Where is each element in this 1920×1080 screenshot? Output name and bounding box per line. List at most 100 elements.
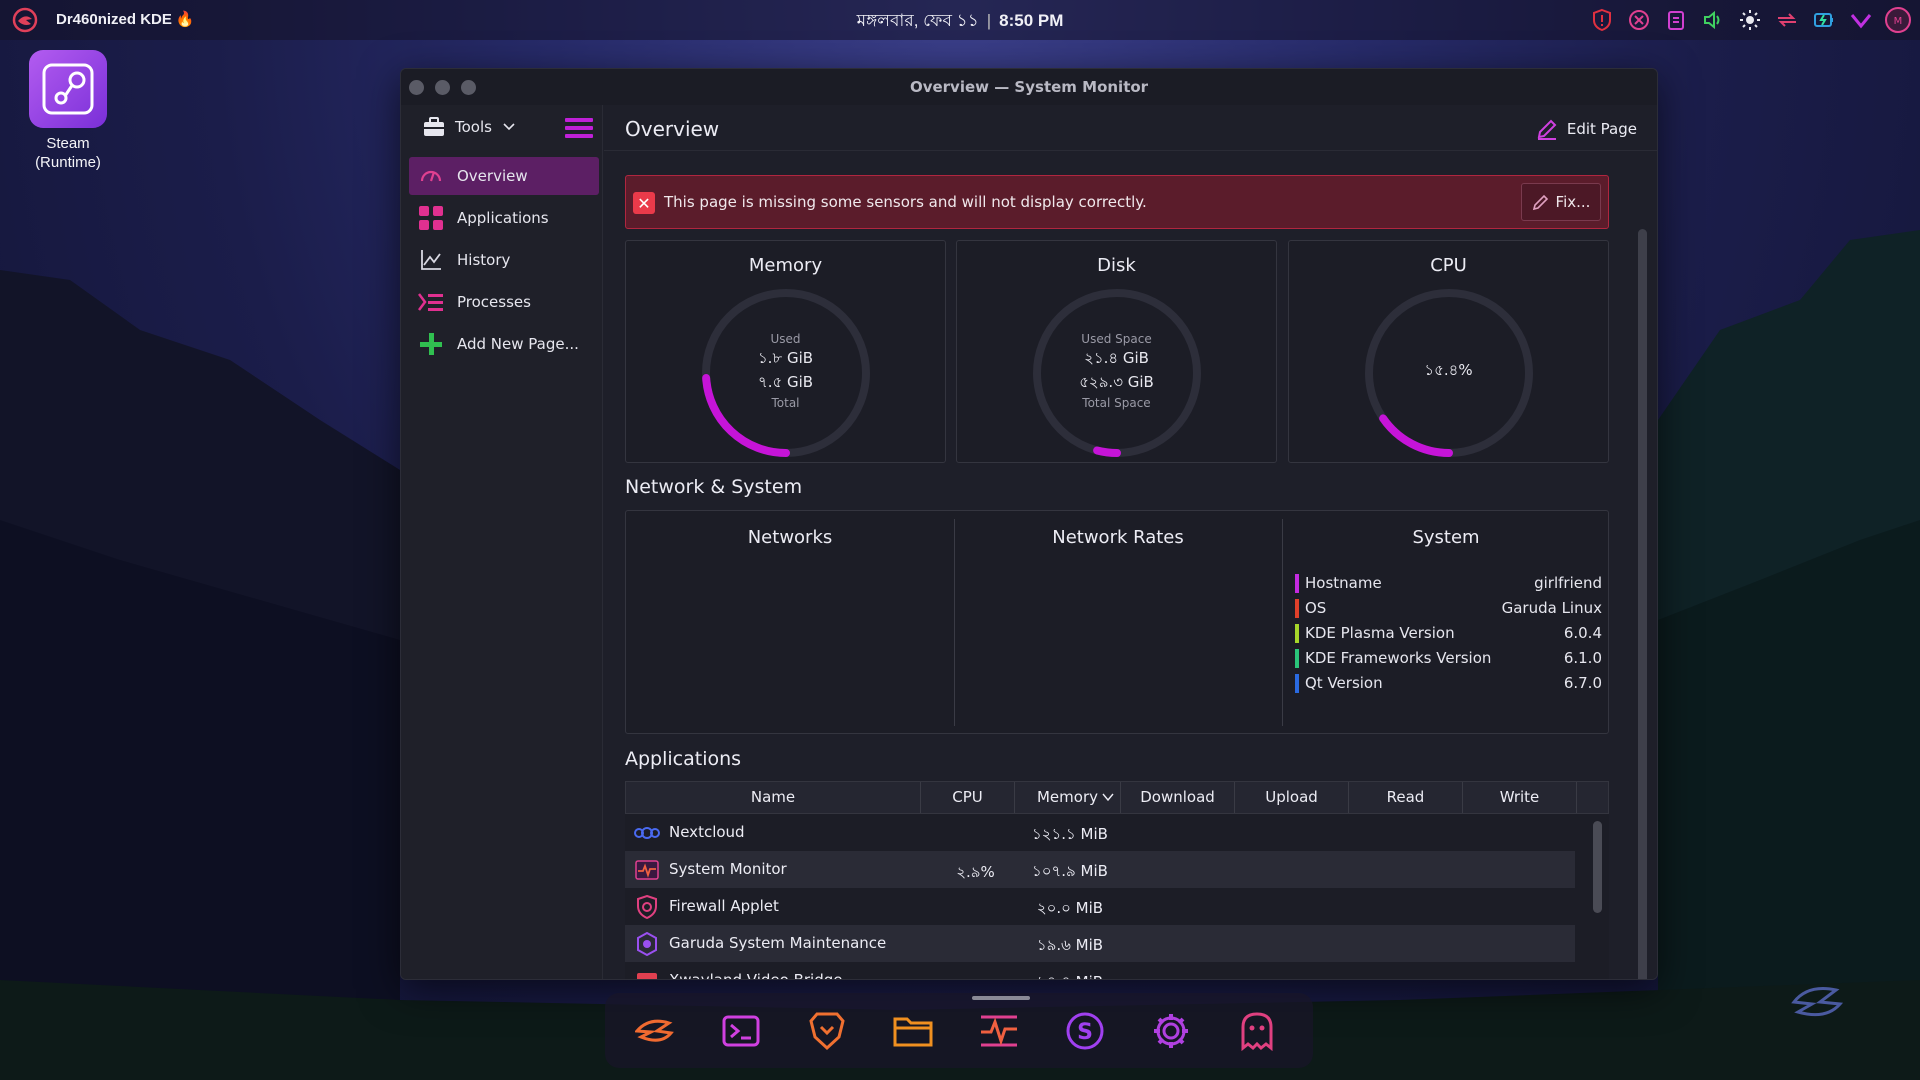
user-avatar-icon[interactable]: M xyxy=(1884,6,1912,34)
page-title: Overview xyxy=(625,117,720,141)
error-x-icon: ✕ xyxy=(633,192,655,214)
heart-icon[interactable] xyxy=(1847,6,1875,34)
column-header-spacer xyxy=(1577,782,1608,813)
ghost-icon[interactable] xyxy=(1234,1008,1280,1054)
sidebar-item-label: Overview xyxy=(457,167,528,185)
maintenance-icon xyxy=(634,931,660,957)
system-row-qt-version: Qt Version 6.7.0 xyxy=(1295,672,1602,697)
dock-handle[interactable] xyxy=(972,996,1030,1000)
column-header-write[interactable]: Write xyxy=(1463,782,1577,813)
column-divider xyxy=(1282,519,1283,726)
sidebar: Tools Overview Applications History Proc… xyxy=(401,105,603,979)
hamburger-menu-icon[interactable] xyxy=(565,117,593,139)
system-key: OS xyxy=(1305,599,1327,617)
terminal-icon[interactable] xyxy=(718,1008,764,1054)
svg-text:S: S xyxy=(1077,1020,1093,1045)
window-title: Overview — System Monitor xyxy=(909,78,1149,96)
memory-total-value: ৭.৫ GiB xyxy=(757,373,814,391)
column-divider xyxy=(954,519,955,726)
network-system-heading: Network & System xyxy=(625,476,803,498)
desktop-icon-label: Steam (Runtime) xyxy=(35,135,101,171)
system-row-frameworks-version: KDE Frameworks Version 6.1.0 xyxy=(1295,647,1602,672)
sidebar-item-add-page[interactable]: Add New Page... xyxy=(409,325,599,363)
table-row[interactable]: Nextcloud ১২১.১ MiB xyxy=(625,814,1575,851)
edit-page-button[interactable]: Edit Page xyxy=(1535,117,1637,141)
sidebar-item-history[interactable]: History xyxy=(409,241,599,279)
applications-heading: Applications xyxy=(625,748,742,770)
system-monitor-icon xyxy=(634,857,660,883)
battery-icon[interactable] xyxy=(1810,6,1838,34)
system-monitor-window: Overview — System Monitor Tools Overview… xyxy=(400,68,1658,980)
sidebar-item-processes[interactable]: Processes xyxy=(409,283,599,321)
app-name: Firewall Applet xyxy=(669,897,779,915)
svg-text:M: M xyxy=(1894,16,1903,27)
column-header-name[interactable]: Name xyxy=(626,782,921,813)
app-name: Xwayland Video Bridge xyxy=(669,971,843,980)
edit-pencil-icon xyxy=(1537,119,1557,140)
clipboard-icon[interactable] xyxy=(1662,6,1690,34)
sidebar-item-label: Applications xyxy=(457,209,549,227)
sidebar-item-applications[interactable]: Applications xyxy=(409,199,599,237)
table-row[interactable]: Xwayland Video Bridge ১৪.৪ MiB xyxy=(625,962,1575,980)
system-key: Hostname xyxy=(1305,574,1382,592)
system-value: 6.7.0 xyxy=(1563,674,1602,692)
clock-date: মঙ্গলবার, ফেব ১১ xyxy=(856,11,979,30)
column-header-upload[interactable]: Upload xyxy=(1235,782,1349,813)
legend-color-bar xyxy=(1295,574,1299,593)
disk-gauge-fill xyxy=(1093,446,1121,457)
column-header-read[interactable]: Read xyxy=(1349,782,1463,813)
nextcloud-icon xyxy=(634,820,660,846)
table-row[interactable]: Firewall Applet ২০.০ MiB xyxy=(625,888,1575,925)
security-alert-icon[interactable] xyxy=(1588,6,1616,34)
system-value: Garuda Linux xyxy=(1501,599,1602,617)
tools-menu-button[interactable]: Tools xyxy=(423,117,516,137)
memory-card: Memory Used ১.৮ GiB ৭.৫ GiB Total xyxy=(625,240,946,463)
window-titlebar[interactable]: Overview — System Monitor xyxy=(401,69,1657,105)
cpu-usage-value: ১৫.৪% xyxy=(1424,361,1473,379)
system-value: girlfriend xyxy=(1534,574,1602,592)
system-monitor-dock-icon[interactable] xyxy=(976,1008,1022,1054)
sidebar-item-label: Processes xyxy=(457,293,531,311)
page-scrollbar[interactable] xyxy=(1638,229,1647,979)
top-panel: Dr460nized KDE 🔥 মঙ্গলবার, ফেব ১১ | 8:50 PM… xyxy=(0,0,1920,40)
volume-icon[interactable] xyxy=(1699,6,1727,34)
app-name: Nextcloud xyxy=(669,823,745,841)
settings-icon[interactable] xyxy=(1148,1008,1194,1054)
garuda-icon[interactable] xyxy=(632,1008,678,1054)
memory-used-label: Used xyxy=(770,332,801,346)
sort-descending-icon xyxy=(1102,793,1114,802)
skype-icon[interactable]: S xyxy=(1062,1008,1108,1054)
app-name: Garuda System Maintenance xyxy=(669,934,887,952)
sidebar-nav: Overview Applications History Processes … xyxy=(409,157,599,367)
sidebar-item-label: History xyxy=(457,251,511,269)
edit-pencil-icon xyxy=(1532,194,1548,211)
file-manager-icon[interactable] xyxy=(890,1008,936,1054)
column-header-cpu[interactable]: CPU xyxy=(921,782,1015,813)
brave-icon[interactable] xyxy=(804,1008,850,1054)
kde-connect-icon[interactable] xyxy=(1773,6,1801,34)
disk-used-value: ২১.৪ GiB xyxy=(1084,349,1149,367)
legend-color-bar xyxy=(1295,674,1299,693)
dock xyxy=(605,993,1313,1068)
fix-button[interactable]: Fix... xyxy=(1521,183,1601,221)
table-row[interactable]: Garuda System Maintenance ১৯.৬ MiB xyxy=(625,925,1575,962)
column-header-memory[interactable]: Memory xyxy=(1015,782,1121,813)
brightness-icon[interactable] xyxy=(1736,6,1764,34)
page-header: Overview Edit Page xyxy=(604,105,1657,151)
close-circle-icon[interactable] xyxy=(1625,6,1653,34)
system-title: System xyxy=(1412,527,1480,548)
table-scrollbar[interactable] xyxy=(1593,821,1602,913)
tools-label: Tools xyxy=(455,118,492,136)
app-memory: ১৯.৬ MiB xyxy=(1036,936,1104,954)
table-row[interactable]: System Monitor ২.৯% ১০৭.৯ MiB xyxy=(625,851,1575,888)
sidebar-item-overview[interactable]: Overview xyxy=(409,157,599,195)
app-memory: ১০৭.৯ MiB xyxy=(1032,862,1108,880)
legend-color-bar xyxy=(1295,599,1299,618)
desktop-icon-steam[interactable]: Steam (Runtime) xyxy=(22,50,114,172)
steam-icon xyxy=(29,50,107,128)
memory-total-label: Total xyxy=(771,396,800,410)
xwayland-icon xyxy=(634,968,660,979)
column-header-download[interactable]: Download xyxy=(1121,782,1235,813)
list-icon xyxy=(417,288,445,316)
system-row-plasma-version: KDE Plasma Version 6.0.4 xyxy=(1295,622,1602,647)
